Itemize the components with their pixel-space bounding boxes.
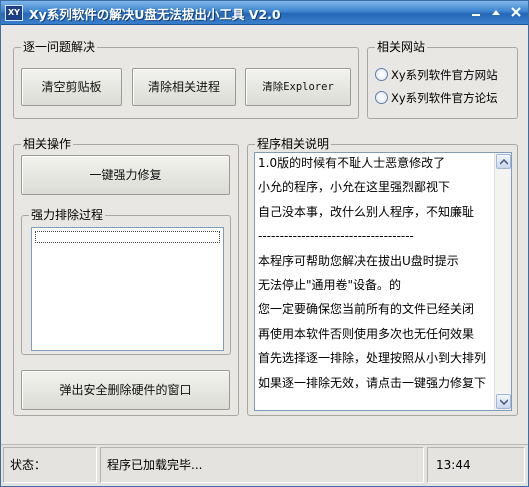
problem-group-legend: 逐一问题解决: [21, 39, 98, 55]
official-site-radio[interactable]: Xy系列软件官方网站: [375, 67, 498, 83]
status-bar: 状态： 程序已加载完毕... 13:44: [1, 444, 528, 486]
force-repair-button[interactable]: 一键强力修复: [21, 155, 230, 195]
main-window: XY Xy系列软件の解决U盘无法拔出小工具 V2.0 逐一问题解决 清空剪贴板 …: [0, 0, 529, 487]
links-group-legend: 相关网站: [375, 39, 428, 55]
scroll-up-icon[interactable]: [496, 154, 511, 169]
minimize-icon[interactable]: [467, 4, 485, 21]
desc-line: 无法停止"通用卷"设备。的: [258, 277, 402, 292]
desc-line: 自己没本事，改什么别人程序，不知廉耻: [258, 204, 475, 219]
official-site-radio-dot[interactable]: [375, 68, 388, 81]
window-title: Xy系列软件の解决U盘无法拔出小工具 V2.0: [29, 7, 281, 22]
desc-line: 本程序可帮助您解决在拔出U盘时提示: [258, 253, 459, 268]
desc-line: 首先选择逐一排除，处理按照从小到大排列: [258, 351, 487, 366]
vertical-scrollbar[interactable]: [494, 153, 511, 410]
clear-process-button[interactable]: 清除相关进程: [132, 68, 236, 106]
desc-line: ------------------------------------: [258, 229, 414, 244]
description-textarea[interactable]: 1.0版的时候有不耻人士恶意修改了 小允的程序，小允在这里强烈鄙视下 自己没本事…: [254, 152, 512, 411]
ops-group: 相关操作 一键强力修复 强力排除过程 弹出安全删除硬件的窗口: [13, 136, 239, 416]
desc-line: 小允的程序，小允在这里强烈鄙视下: [258, 180, 451, 195]
clear-clipboard-button[interactable]: 清空剪贴板: [21, 68, 122, 106]
close-icon[interactable]: [507, 4, 525, 21]
desc-line: 再使用本软件否则使用多次也无任何效果: [258, 326, 475, 341]
desc-line: 1.0版的时候有不耻人士恶意修改了: [258, 156, 446, 170]
problem-group: 逐一问题解决 清空剪贴板 清除相关进程 清除Explorer: [13, 39, 359, 119]
eject-hardware-button[interactable]: 弹出安全删除硬件的窗口: [21, 370, 230, 410]
maximize-icon[interactable]: [487, 4, 505, 21]
ops-group-legend: 相关操作: [21, 136, 74, 152]
list-selection: [35, 231, 220, 243]
official-forum-radio[interactable]: Xy系列软件官方论坛: [375, 90, 498, 106]
desc-group: 程序相关说明 1.0版的时候有不耻人士恶意修改了 小允的程序，小允在这里强烈鄙视…: [247, 136, 518, 416]
scroll-down-icon[interactable]: [496, 394, 511, 409]
links-group: 相关网站 Xy系列软件官方网站 Xy系列软件官方论坛: [367, 39, 518, 119]
title-bar[interactable]: XY Xy系列软件の解决U盘无法拔出小工具 V2.0: [1, 1, 528, 25]
exclude-process-group: 强力排除过程: [21, 207, 231, 355]
status-time: 13:44: [427, 447, 525, 483]
desc-line: 您一定要确保您当前所有的文件已经关闭: [258, 302, 475, 317]
official-forum-radio-dot[interactable]: [375, 91, 388, 104]
desc-group-legend: 程序相关说明: [255, 136, 332, 152]
status-message: 程序已加载完毕...: [100, 447, 424, 483]
status-label: 状态：: [3, 447, 97, 483]
description-content: 1.0版的时候有不耻人士恶意修改了 小允的程序，小允在这里强烈鄙视下 自己没本事…: [255, 153, 495, 397]
clear-explorer-button[interactable]: 清除Explorer: [245, 68, 351, 106]
exclude-process-list[interactable]: [31, 227, 224, 351]
official-forum-label: Xy系列软件官方论坛: [391, 91, 498, 105]
desc-line: 如果逐一排除无效，请点击一键强力修复下: [258, 375, 487, 390]
official-site-label: Xy系列软件官方网站: [391, 68, 498, 82]
exclude-process-legend: 强力排除过程: [29, 207, 106, 223]
app-icon: XY: [5, 5, 23, 21]
